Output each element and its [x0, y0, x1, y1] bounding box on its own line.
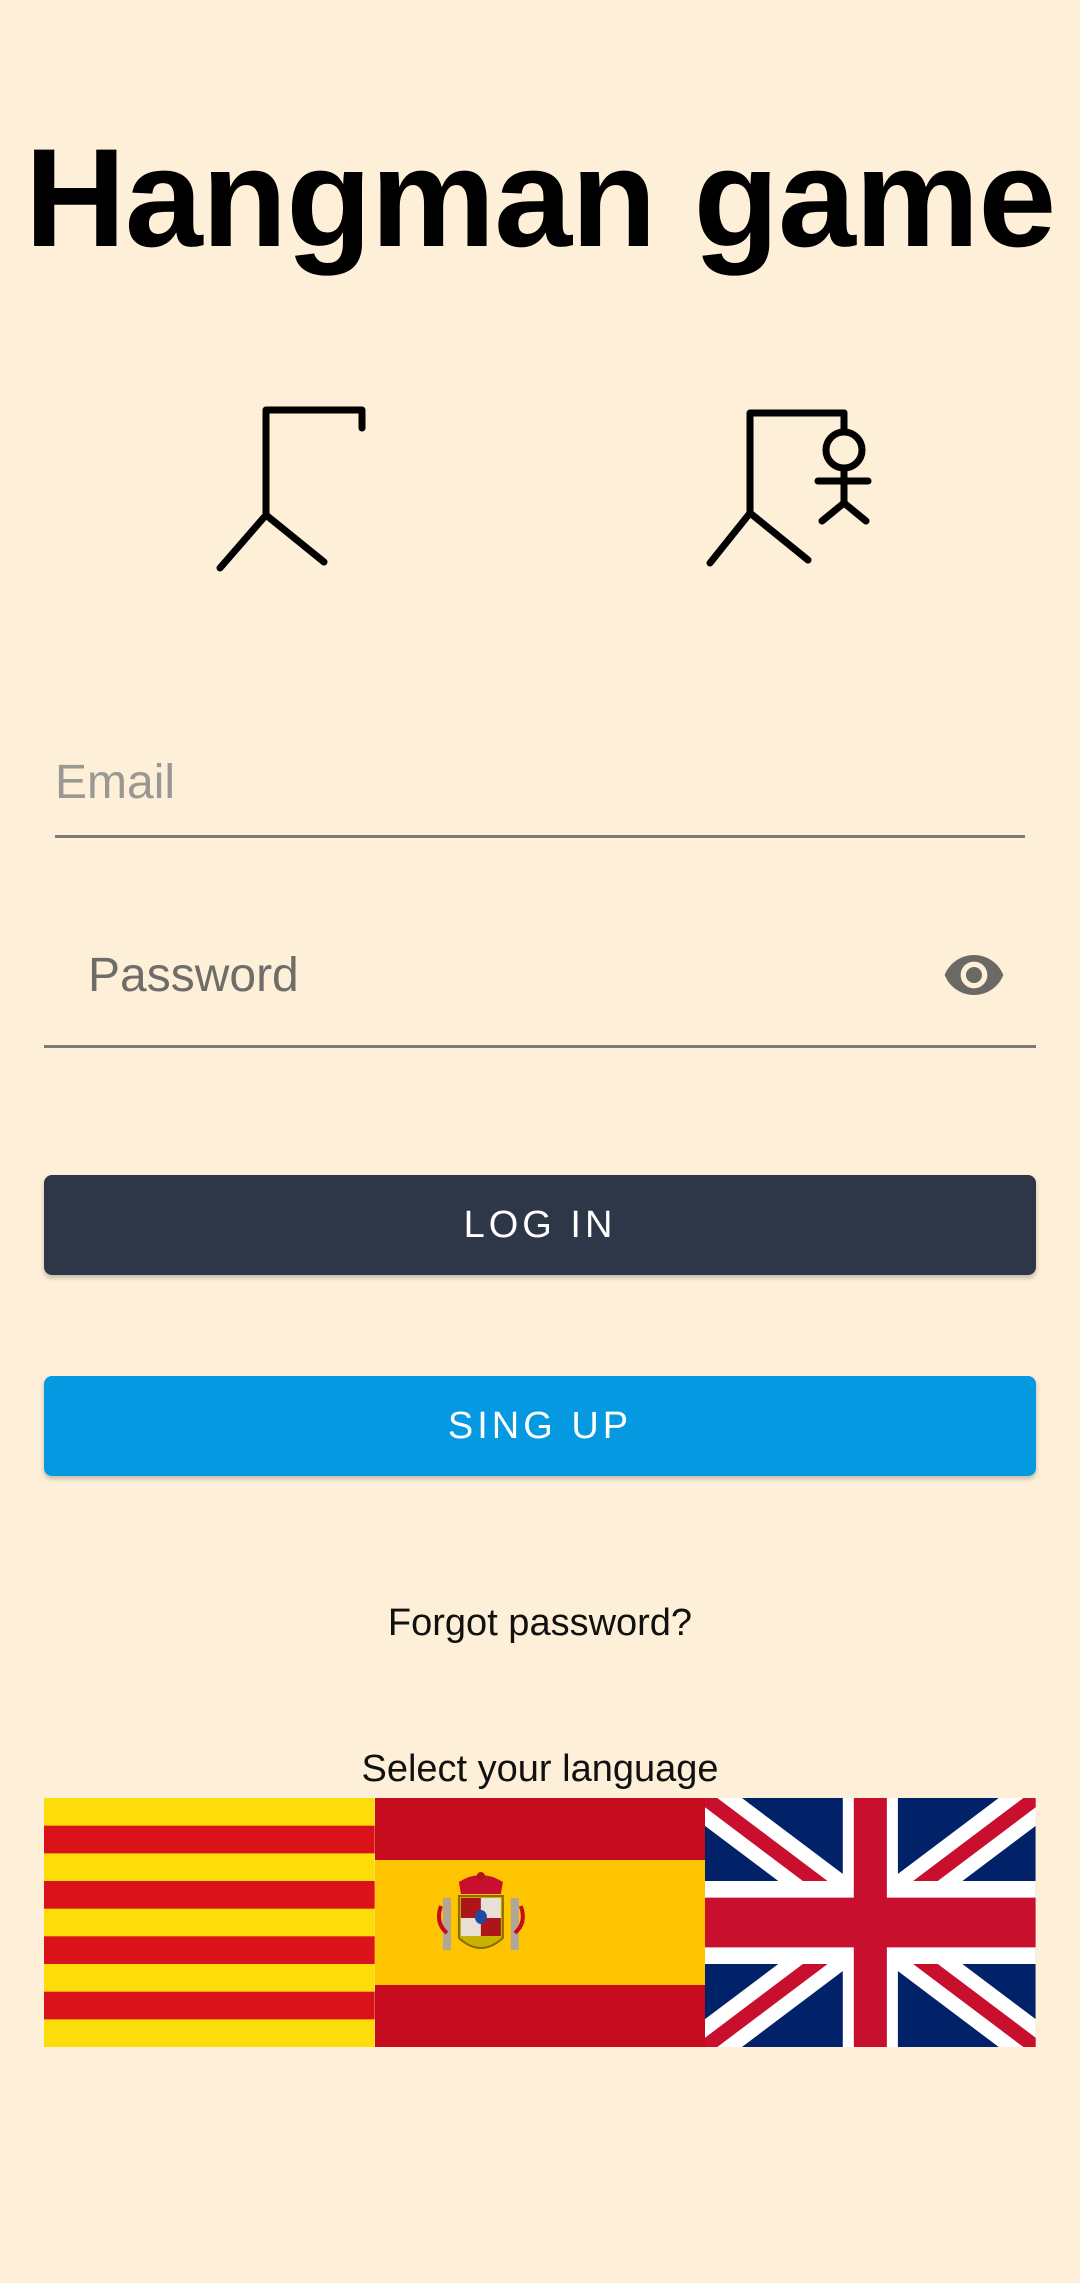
hangman-icon: [706, 409, 872, 567]
page-title: Hangman game: [24, 119, 1056, 276]
catalan-flag-icon[interactable]: [44, 1798, 375, 2047]
language-selector: [44, 1798, 1037, 2047]
spanish-flag-icon[interactable]: [374, 1798, 706, 2047]
forgot-password-link[interactable]: Forgot password?: [0, 1602, 1080, 1645]
uk-flag-icon[interactable]: [705, 1798, 1037, 2047]
email-field[interactable]: [55, 730, 1025, 838]
language-label: Select your language: [361, 1748, 719, 1790]
password-field-wrapper: [44, 905, 1036, 1050]
password-field[interactable]: [44, 905, 1036, 1048]
signup-button[interactable]: SING UP: [44, 1376, 1036, 1476]
gallows-icon: [216, 406, 366, 572]
eye-icon[interactable]: [942, 943, 1006, 1007]
email-field-wrapper: [55, 730, 1025, 840]
login-button[interactable]: LOG IN: [44, 1175, 1036, 1275]
